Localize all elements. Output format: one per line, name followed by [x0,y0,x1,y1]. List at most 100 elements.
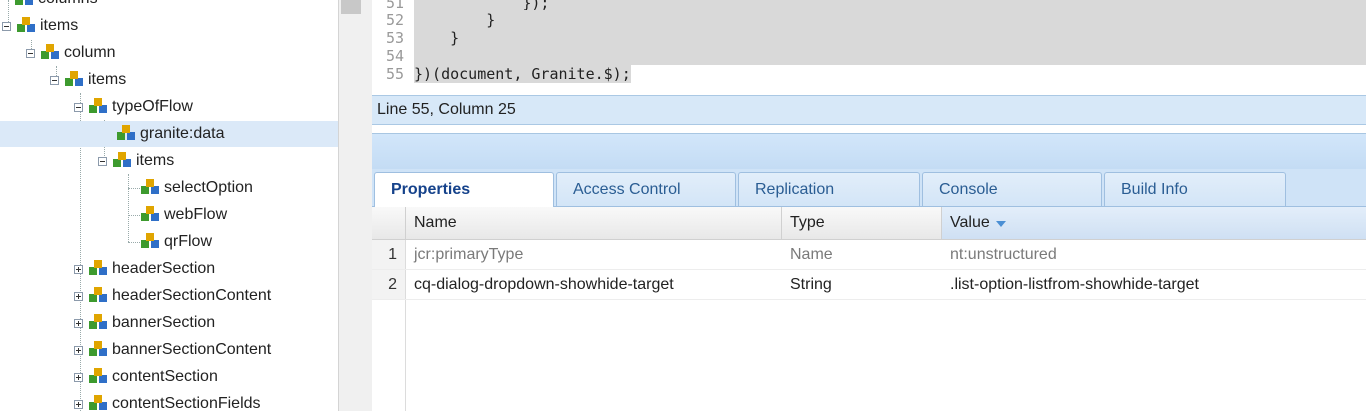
collapse-icon[interactable] [26,48,35,58]
node-icon [17,17,35,32]
tree-node-items[interactable]: items [2,13,338,39]
table-row[interactable]: 2 cq-dialog-dropdown-showhide-target Str… [372,270,1366,300]
property-value: .list-option-listfrom-showhide-target [950,275,1199,293]
expand-icon[interactable] [74,318,83,328]
row-number: 1 [372,240,406,269]
row-number: 2 [372,270,406,299]
property-name: jcr:primaryType [414,245,524,263]
cursor-position: Line 55, Column 25 [377,101,516,118]
code-line: 54 [372,46,1366,65]
collapse-icon[interactable] [50,75,59,85]
collapse-icon[interactable] [74,102,83,112]
tree-node-label: column [64,44,116,61]
tree-node-label: items [88,71,127,88]
tab-replication[interactable]: Replication [738,172,920,206]
sort-desc-icon [995,221,1006,227]
tree-node-label: contentSectionFields [112,395,261,411]
tab-label: Replication [755,180,835,198]
scrollbar-thumb[interactable] [341,0,361,14]
tree-node-label: items [136,152,175,169]
tree-node-label: granite:data [140,125,225,142]
node-icon [89,287,107,302]
tree-node-label: bannerSectionContent [112,341,272,358]
tree-node-qrflow[interactable]: qrFlow [139,229,338,255]
node-icon [89,260,107,275]
expand-icon[interactable] [74,399,83,409]
node-icon [89,395,107,410]
collapse-icon[interactable] [2,21,11,31]
tree-node-webflow[interactable]: webFlow [139,202,338,228]
tree-node-label: columns [38,0,98,8]
node-icon [65,71,83,86]
property-value: nt:unstructured [950,245,1057,263]
tree-node-label: bannerSection [112,314,216,331]
code-line: 55 })(document, Granite.$); [372,64,1366,85]
tree-node-label: typeOfFlow [112,98,193,115]
column-header-type[interactable]: Type [782,207,942,240]
tree-node-headersection[interactable]: headerSection [74,256,338,282]
tree-node-selectoption[interactable]: selectOption [139,175,338,201]
tab-label: Properties [391,181,471,198]
node-icon [141,233,159,248]
divider [372,125,1366,133]
repository-tree: columns items column items typeOfFlow gr [0,0,338,411]
node-icon [89,314,107,329]
tab-label: Console [939,180,998,198]
code-editor[interactable]: 51 }); 52 } 53 } 54 55})(document, Grani… [372,0,1366,94]
node-icon [89,98,107,113]
tree-node-label: headerSection [112,260,216,277]
tree-toggle [0,0,9,4]
tab-properties[interactable]: Properties [374,172,554,207]
tree-node-label: items [40,17,79,34]
node-icon [113,152,131,167]
property-type: Name [790,245,833,263]
node-icon [117,125,135,140]
tree-scrollbar[interactable] [338,0,372,411]
tree-node-contentsection[interactable]: contentSection [74,364,338,390]
expand-icon[interactable] [74,372,83,382]
tree-node-bannersectioncontent[interactable]: bannerSectionContent [74,337,338,363]
property-name: cq-dialog-dropdown-showhide-target [414,275,674,293]
tree-node-label: selectOption [164,179,253,196]
tab-label: Build Info [1121,180,1188,198]
tree-node-column[interactable]: column [26,40,338,66]
tab-access-control[interactable]: Access Control [556,172,736,206]
grid-row-number-gutter [372,300,406,411]
collapse-icon[interactable] [98,156,107,166]
code-text: } [414,29,460,47]
node-icon [141,179,159,194]
node-icon [41,44,59,59]
table-row[interactable]: 1 jcr:primaryType Name nt:unstructured [372,240,1366,270]
tree-node-contentsectionfields[interactable]: contentSectionFields [74,391,338,411]
column-header-value[interactable]: Value [942,207,1366,240]
tree-node-items[interactable]: items [50,67,338,93]
column-header-name[interactable]: Name [406,207,782,240]
row-number-header [372,207,406,240]
editor-status-bar: Line 55, Column 25 [372,95,1366,125]
tree-node-label: webFlow [164,206,228,223]
tree-node-items[interactable]: items [98,148,338,174]
property-type: String [790,275,832,293]
tab-strip: Properties Access Control Replication Co… [372,169,1366,207]
expand-icon[interactable] [74,291,83,301]
line-number: 55 [385,65,404,83]
tree-node-columns[interactable]: columns [0,0,338,12]
expand-icon[interactable] [74,345,83,355]
tree-node-label: contentSection [112,368,218,385]
tree-node-bannersection[interactable]: bannerSection [74,310,338,336]
node-icon [141,206,159,221]
node-icon [89,341,107,356]
tree-node-headersectioncontent[interactable]: headerSectionContent [74,283,338,309]
properties-grid: Name Type Value 1 jcr:primaryType Name n… [372,207,1366,411]
tree-node-granite-data[interactable]: granite:data [0,121,338,147]
expand-icon[interactable] [74,264,83,274]
tab-console[interactable]: Console [922,172,1102,206]
tree-node-label: headerSectionContent [112,287,272,304]
tab-label: Access Control [573,180,681,198]
tree-node-typeofflow[interactable]: typeOfFlow [74,94,338,120]
code-text: })(document, Granite.$); [414,65,631,83]
code-text: } [414,11,496,29]
tab-build-info[interactable]: Build Info [1104,172,1286,206]
properties-panel-header [372,133,1366,169]
tree-node-label: qrFlow [164,233,213,250]
